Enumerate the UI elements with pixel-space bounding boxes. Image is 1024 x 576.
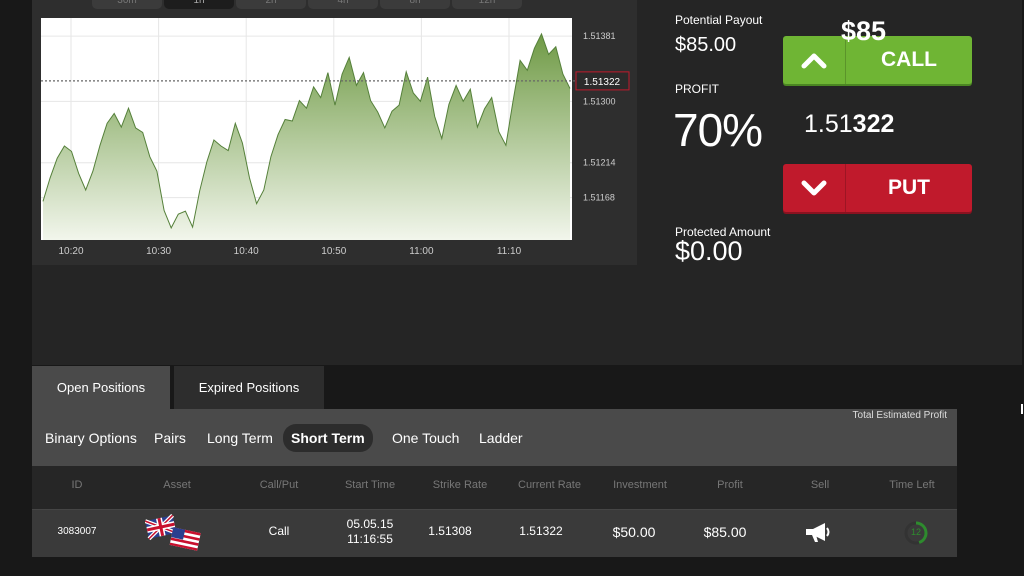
- rate-prefix: 1.51: [804, 110, 853, 138]
- tab-expired-positions[interactable]: Expired Positions: [174, 366, 324, 409]
- tab-open-positions[interactable]: Open Positions: [32, 366, 170, 409]
- y-tick-label: 1.51300: [583, 96, 616, 106]
- scroll-indicator[interactable]: [1021, 404, 1023, 414]
- time-left-text: 12: [910, 527, 921, 537]
- profit-label: PROFIT: [675, 82, 719, 96]
- asset-flags-icon: [144, 513, 203, 552]
- row-current-rate: 1.51322: [519, 524, 563, 538]
- x-tick-label: 10:30: [146, 246, 171, 257]
- row-call-put: Call: [268, 524, 290, 538]
- positions-table-header: ID Asset Call/Put Start Time Strike Rate…: [32, 466, 957, 509]
- y-tick-label: 1.51214: [583, 158, 616, 168]
- put-button[interactable]: PUT: [783, 164, 972, 212]
- y-tick-label: 1.51168: [583, 193, 615, 203]
- x-tick-label: 10:50: [321, 246, 346, 257]
- time-left-progress: 12: [900, 517, 932, 549]
- subtab-pairs[interactable]: Pairs: [154, 430, 186, 446]
- current-rate-label: 1.51322: [584, 77, 621, 88]
- chevron-up-icon: [783, 36, 846, 84]
- y-tick-label: 1.51381: [583, 31, 616, 41]
- col-strike-rate: Strike Rate: [432, 479, 488, 491]
- profit-percent: 70%: [673, 104, 763, 156]
- row-strike-rate: 1.51308: [428, 524, 472, 538]
- x-tick-label: 10:40: [234, 246, 259, 257]
- protected-amount-value: $0.00: [675, 236, 743, 266]
- option-type-bar: Binary Options Pairs Long Term Short Ter…: [32, 409, 957, 466]
- col-call-put: Call/Put: [259, 479, 299, 491]
- row-start-date: 05.05.15: [346, 517, 394, 531]
- positions-tabs: Open Positions Expired Positions: [32, 366, 324, 409]
- col-asset: Asset: [163, 479, 191, 491]
- subtab-one-touch[interactable]: One Touch: [392, 430, 459, 446]
- potential-payout-label: Potential Payout: [675, 13, 763, 27]
- col-sell: Sell: [810, 479, 830, 491]
- subtab-binary-options[interactable]: Binary Options: [45, 430, 137, 446]
- col-current-rate: Current Rate: [518, 479, 581, 491]
- x-tick-label: 11:00: [409, 246, 434, 257]
- potential-payout-value: $85.00: [675, 34, 737, 56]
- col-start-time: Start Time: [344, 479, 396, 491]
- price-chart: 10:20 10:30 10:40 10:50 11:00 11:10 1.51381 1.5…: [41, 18, 630, 257]
- x-tick-label: 11:10: [497, 246, 522, 257]
- table-row[interactable]: 3083007 Call 05.05.15 11:16:55 1.51308 1…: [32, 509, 957, 557]
- col-investment: Investment: [613, 479, 667, 491]
- chevron-down-icon: [783, 164, 846, 212]
- put-button-label: PUT: [888, 176, 930, 199]
- col-profit: Profit: [717, 479, 743, 491]
- row-investment: $50.00: [612, 524, 656, 540]
- subtab-short-term[interactable]: Short Term: [283, 424, 373, 452]
- row-profit: $85.00: [703, 524, 747, 540]
- current-rate-display: 1.51322: [804, 110, 894, 139]
- total-profit-label: Total Estimated Profit: [852, 410, 947, 421]
- x-tick-label: 10:20: [58, 246, 83, 257]
- row-id: 3083007: [57, 526, 97, 537]
- subtab-long-term[interactable]: Long Term: [207, 430, 273, 446]
- rate-suffix: 322: [852, 110, 895, 138]
- col-time-left: Time Left: [889, 479, 935, 491]
- col-id: ID: [71, 479, 83, 491]
- total-profit-value: $85: [841, 16, 887, 46]
- subtab-ladder[interactable]: Ladder: [479, 430, 523, 446]
- sell-megaphone-icon[interactable]: [802, 520, 834, 546]
- row-start-clock: 11:16:55: [347, 532, 393, 546]
- row-start-time: 05.05.15 11:16:55: [330, 517, 410, 547]
